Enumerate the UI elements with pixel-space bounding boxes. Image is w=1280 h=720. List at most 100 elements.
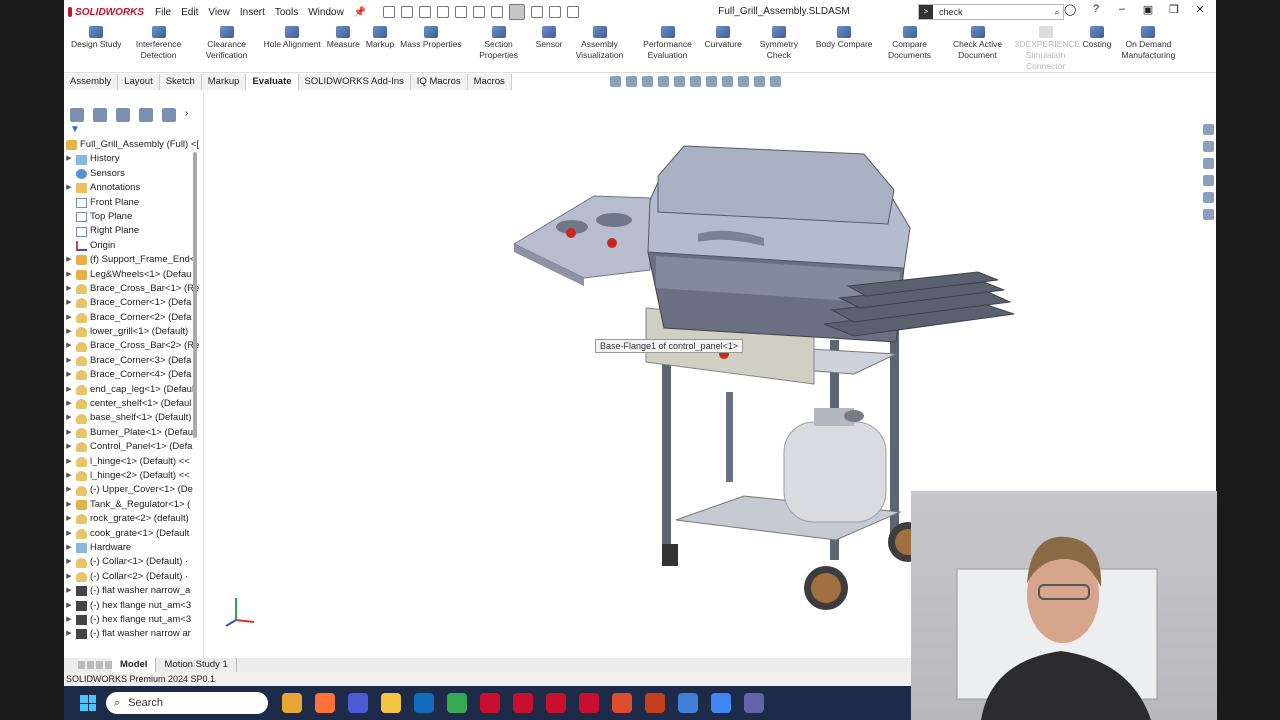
tree-item[interactable]: ▶ (-) hex flange nut_am<3 xyxy=(64,599,203,613)
new-document-icon[interactable] xyxy=(401,6,414,18)
rebuild-icon[interactable] xyxy=(531,6,544,18)
restore-icon[interactable]: ▣ xyxy=(1142,3,1154,16)
tree-root[interactable]: Full_Grill_Assembly (Full) <[ xyxy=(64,138,203,152)
zoom-icon[interactable] xyxy=(348,693,368,713)
tree-item[interactable]: ▶ end_cap_leg<1> (Defaul xyxy=(64,383,203,397)
expand-arrow-icon[interactable]: ▶ xyxy=(64,555,74,569)
tree-scrollbar[interactable] xyxy=(193,152,197,438)
expand-arrow-icon[interactable]: ▶ xyxy=(64,311,74,325)
ribbon-button-interference-detection[interactable]: Interference Detection xyxy=(125,24,193,61)
tree-item[interactable]: ▶ Brace_Cross_Bar<2> (Re xyxy=(64,339,203,353)
expand-arrow-icon[interactable]: ▶ xyxy=(64,339,74,353)
options-gear-icon[interactable] xyxy=(567,6,580,18)
tree-item[interactable]: ▶ (f) Support_Frame_End< xyxy=(64,253,203,267)
command-search-icon[interactable]: > xyxy=(919,5,933,19)
design-library-icon[interactable] xyxy=(1202,141,1214,152)
expand-arrow-icon[interactable]: ▶ xyxy=(64,368,74,382)
view-settings-icon[interactable] xyxy=(770,76,781,87)
solidworks-2022-icon[interactable] xyxy=(513,693,533,713)
solidworks-logo[interactable]: SOLIDWORKS xyxy=(64,7,144,18)
search-icon[interactable]: ⌕ xyxy=(1051,7,1063,18)
expand-arrow-icon[interactable]: ▶ xyxy=(64,426,74,440)
ribbon-button-on-demand-manufacturing[interactable]: On Demand Manufacturing xyxy=(1114,24,1182,61)
expand-arrow-icon[interactable]: ▶ xyxy=(64,627,74,641)
tree-item[interactable]: ▶ l_hinge<2> (Default) << xyxy=(64,469,203,483)
tab-layout[interactable]: Layout xyxy=(118,73,160,90)
view-orientation-icon[interactable] xyxy=(690,76,701,87)
ribbon-button-body-compare[interactable]: Body Compare xyxy=(813,24,876,50)
tree-item[interactable]: ▶ Brace_Corner<3> (Defa xyxy=(64,354,203,368)
home-icon[interactable] xyxy=(383,6,396,18)
section-view-icon[interactable] xyxy=(658,76,669,87)
tree-item[interactable]: ▶ Hardware xyxy=(64,541,203,555)
tree-item[interactable]: ▶ (-) flat washer narrow_a xyxy=(64,584,203,598)
menu-file[interactable]: File xyxy=(150,7,176,18)
print-icon[interactable] xyxy=(455,6,468,18)
tree-item[interactable]: Sensors xyxy=(64,167,203,181)
ribbon-button-curvature[interactable]: Curvature xyxy=(702,24,745,50)
expand-arrow-icon[interactable]: ▶ xyxy=(64,455,74,469)
menu-window[interactable]: Window xyxy=(303,7,349,18)
search-box[interactable]: > check ⌕ xyxy=(918,4,1064,20)
prev-tab-icon[interactable] xyxy=(87,661,94,669)
expand-arrow-icon[interactable]: ▶ xyxy=(64,570,74,584)
tree-item[interactable]: ▶ Burner_Plate<1> (Defau xyxy=(64,426,203,440)
expand-arrow-icon[interactable]: ▶ xyxy=(64,498,74,512)
edit-appearance-icon[interactable] xyxy=(738,76,749,87)
pin-icon[interactable]: 📌 xyxy=(349,7,371,18)
tree-item[interactable]: Right Plane xyxy=(64,224,203,238)
expand-arrow-icon[interactable]: ▶ xyxy=(64,527,74,541)
ribbon-button-performance-evaluation[interactable]: Performance Evaluation xyxy=(634,24,702,61)
ribbon-button-symmetry-check[interactable]: Symmetry Check xyxy=(745,24,813,61)
ribbon-button-costing[interactable]: Costing xyxy=(1080,24,1115,50)
tab-macros[interactable]: Macros xyxy=(467,73,512,90)
tree-item[interactable]: ▶ l_hinge<1> (Default) << xyxy=(64,455,203,469)
tree-item[interactable]: ▶ (-) Upper_Cover<1> (De xyxy=(64,483,203,497)
select-icon[interactable] xyxy=(509,4,526,20)
expand-arrow-icon[interactable]: ▶ xyxy=(64,512,74,526)
windows-start-icon[interactable] xyxy=(80,695,96,711)
hide-show-items-icon[interactable] xyxy=(722,76,733,87)
file-explorer-pane-icon[interactable] xyxy=(1202,158,1214,169)
tree-item[interactable]: ▶ rock_grate<2> (default) xyxy=(64,512,203,526)
display-manager-tab-icon[interactable] xyxy=(162,108,176,122)
undo-icon[interactable] xyxy=(473,6,486,18)
tree-item[interactable]: ▶ base_shelf<1> (Default) xyxy=(64,411,203,425)
tree-item[interactable]: ▶ Annotations xyxy=(64,181,203,195)
tree-item[interactable]: ▶ cook_grate<1> (Default xyxy=(64,527,203,541)
ribbon-button-hole-alignment[interactable]: Hole Alignment xyxy=(261,24,324,50)
configuration-manager-tab-icon[interactable] xyxy=(116,108,130,122)
ribbon-button-mass-properties[interactable]: Mass Properties xyxy=(397,24,464,50)
filter-icon[interactable]: ▼ xyxy=(64,124,203,138)
tree-item[interactable]: ▶ lower_grill<1> (Default) xyxy=(64,325,203,339)
help-icon[interactable]: ? xyxy=(1090,3,1102,16)
folder-icon[interactable] xyxy=(381,693,401,713)
expand-arrow-icon[interactable]: ▶ xyxy=(64,469,74,483)
tree-item[interactable]: ▶ (-) hex flange nut_am<3 xyxy=(64,613,203,627)
expand-arrow-icon[interactable]: ▶ xyxy=(64,440,74,454)
expand-arrow-icon[interactable]: ▶ xyxy=(64,296,74,310)
tree-item[interactable]: Top Plane xyxy=(64,210,203,224)
taskbar-search[interactable]: ⌕ Search xyxy=(106,692,268,714)
tree-item[interactable]: Origin xyxy=(64,239,203,253)
firefox-icon[interactable] xyxy=(315,693,335,713)
tree-item[interactable]: ▶ History xyxy=(64,152,203,166)
ribbon-button-design-study[interactable]: Design Study xyxy=(68,24,125,50)
first-tab-icon[interactable] xyxy=(78,661,85,669)
view-palette-icon[interactable] xyxy=(1202,175,1214,186)
expand-arrow-icon[interactable]: ▶ xyxy=(64,411,74,425)
expand-arrow-icon[interactable]: ▶ xyxy=(64,181,74,195)
menu-view[interactable]: View xyxy=(203,7,235,18)
tree-item[interactable]: ▶ (-) Collar<1> (Default) · xyxy=(64,555,203,569)
file-properties-icon[interactable] xyxy=(549,6,562,18)
tab-iq-macros[interactable]: IQ Macros xyxy=(410,73,468,90)
menu-insert[interactable]: Insert xyxy=(235,7,270,18)
last-tab-icon[interactable] xyxy=(105,661,112,669)
ribbon-button-measure[interactable]: Measure xyxy=(324,24,363,50)
tree-item[interactable]: ▶ Control_Panel<1> (Defa xyxy=(64,440,203,454)
solidworks-2021-icon[interactable] xyxy=(480,693,500,713)
expand-arrow-icon[interactable]: ▶ xyxy=(64,541,74,555)
outlook-icon[interactable] xyxy=(414,693,434,713)
tab-evaluate[interactable]: Evaluate xyxy=(246,73,299,90)
zoom-to-area-icon[interactable] xyxy=(626,76,637,87)
